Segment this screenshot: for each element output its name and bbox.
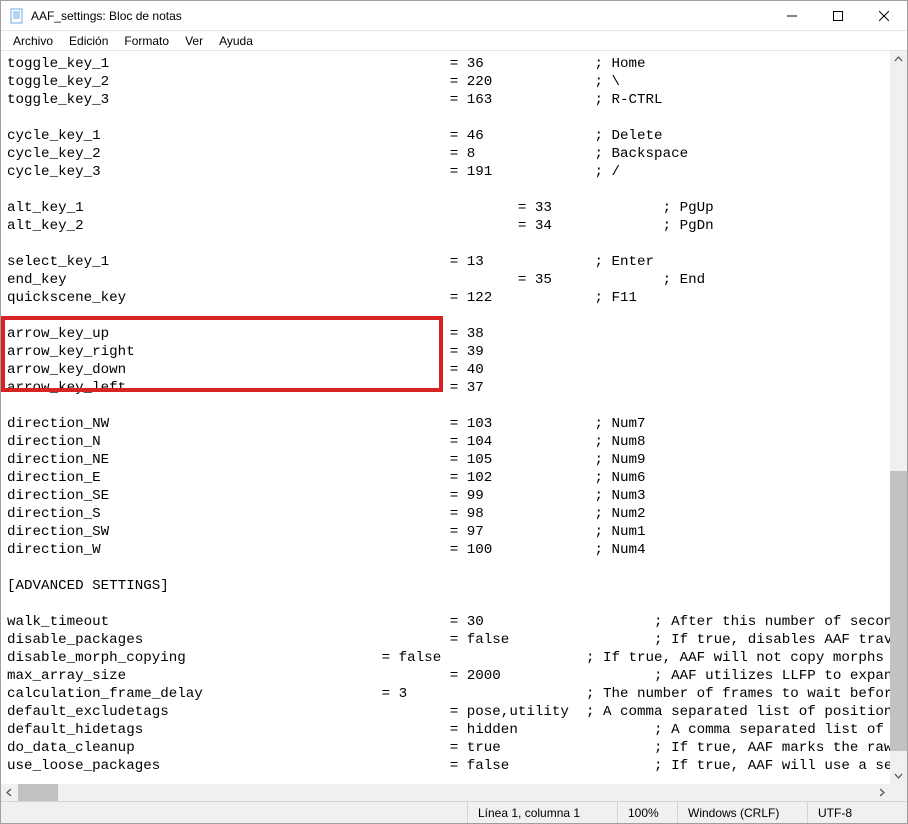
scroll-left-icon[interactable]: [1, 784, 18, 801]
close-button[interactable]: [861, 1, 907, 31]
vertical-scrollbar[interactable]: [890, 51, 907, 784]
text-content[interactable]: toggle_key_1 = 36 ; Home toggle_key_2 = …: [7, 55, 889, 775]
scroll-down-icon[interactable]: [890, 767, 907, 784]
menu-formato[interactable]: Formato: [116, 33, 177, 49]
menu-ver[interactable]: Ver: [177, 33, 211, 49]
minimize-button[interactable]: [769, 1, 815, 31]
scroll-right-icon[interactable]: [873, 784, 890, 801]
text-area[interactable]: toggle_key_1 = 36 ; Home toggle_key_2 = …: [1, 51, 907, 801]
menu-edicion[interactable]: Edición: [61, 33, 116, 49]
maximize-button[interactable]: [815, 1, 861, 31]
menu-ayuda[interactable]: Ayuda: [211, 33, 261, 49]
titlebar[interactable]: AAF_settings: Bloc de notas: [1, 1, 907, 31]
scroll-corner: [890, 784, 907, 801]
notepad-icon: [9, 8, 25, 24]
status-cursor: Línea 1, columna 1: [467, 802, 617, 823]
vertical-scroll-thumb[interactable]: [890, 471, 907, 751]
horizontal-scroll-thumb[interactable]: [18, 784, 58, 801]
status-encoding: UTF-8: [807, 802, 907, 823]
scroll-up-icon[interactable]: [890, 51, 907, 68]
statusbar: Línea 1, columna 1 100% Windows (CRLF) U…: [1, 801, 907, 823]
menu-archivo[interactable]: Archivo: [5, 33, 61, 49]
notepad-window: AAF_settings: Bloc de notas Archivo Edic…: [0, 0, 908, 824]
status-zoom: 100%: [617, 802, 677, 823]
status-line-ending: Windows (CRLF): [677, 802, 807, 823]
menubar: Archivo Edición Formato Ver Ayuda: [1, 31, 907, 51]
horizontal-scrollbar[interactable]: [1, 784, 890, 801]
status-spacer: [1, 802, 467, 823]
window-title: AAF_settings: Bloc de notas: [31, 9, 182, 23]
content-wrap: toggle_key_1 = 36 ; Home toggle_key_2 = …: [1, 51, 907, 801]
